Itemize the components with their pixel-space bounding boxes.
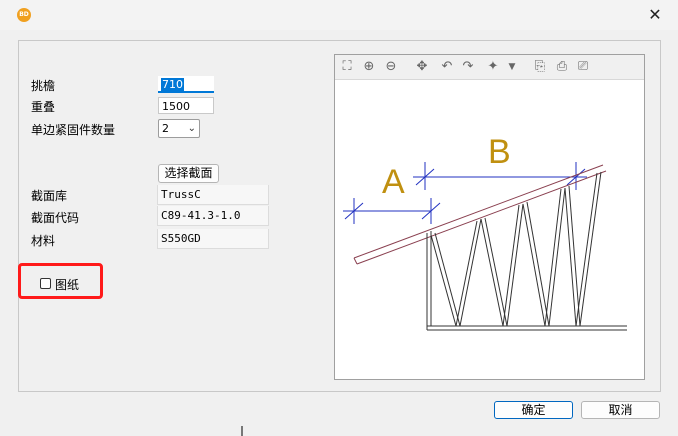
dropdown-icon[interactable]: ▼ [503, 58, 521, 76]
title-bar: BD ✕ [0, 0, 678, 30]
chevron-down-icon: ⌄ [187, 123, 196, 134]
dimension-lines [343, 162, 587, 224]
close-button[interactable]: ✕ [642, 4, 668, 26]
drawing-checkbox[interactable] [40, 278, 51, 289]
window-edge [241, 426, 243, 436]
overlap-label: 重叠 [31, 100, 56, 114]
fastener-count-select[interactable]: 2 ⌄ [158, 119, 200, 138]
overhang-label: 挑檐 [31, 79, 56, 93]
section-library-field: TrussC [157, 185, 269, 205]
preview-viewer[interactable]: ⛶ ⊕ ⊖ ✥ ↶ ↷ ✦ ▼ ⎘ ⎙ ⎚ A B [334, 54, 645, 380]
view-icon[interactable]: ✦ [484, 58, 502, 76]
zoom-out-icon[interactable]: ⊖ [382, 58, 400, 76]
overhang-value: 710 [161, 78, 184, 91]
ok-button[interactable]: 确定 [494, 401, 573, 419]
print-icon[interactable]: ⎚ [574, 58, 592, 76]
fit-icon[interactable]: ⛶ [338, 58, 356, 76]
copy-icon[interactable]: ⎘ [531, 58, 549, 76]
drawing-checkbox-label[interactable]: 图纸 [55, 276, 79, 293]
overlap-input[interactable]: 1500 [158, 97, 214, 114]
viewer-toolbar: ⛶ ⊕ ⊖ ✥ ↶ ↷ ✦ ▼ ⎘ ⎙ ⎚ [335, 55, 644, 80]
material-field: S550GD [157, 229, 269, 249]
material-label: 材料 [31, 234, 56, 248]
app-icon: BD [17, 8, 31, 22]
fastener-count-value: 2 [162, 122, 169, 135]
dimension-label-a: A [382, 163, 405, 201]
overhang-input[interactable]: 710 [158, 76, 214, 93]
pan-icon[interactable]: ✥ [413, 58, 431, 76]
zoom-in-icon[interactable]: ⊕ [360, 58, 378, 76]
truss-drawing: A B [343, 133, 627, 331]
rotate-left-icon[interactable]: ↶ [438, 58, 456, 76]
section-code-label: 截面代码 [31, 211, 80, 225]
cancel-button[interactable]: 取消 [581, 401, 660, 419]
select-section-button[interactable]: 选择截面 [158, 164, 219, 183]
fastener-count-label: 单边紧固件数量 [31, 123, 116, 137]
section-code-field: C89-41.3-1.0 [157, 206, 269, 226]
truss-web [426, 171, 627, 331]
dimension-label-b: B [488, 133, 511, 171]
section-library-label: 截面库 [31, 189, 68, 203]
export-icon[interactable]: ⎙ [553, 58, 571, 76]
rotate-right-icon[interactable]: ↷ [459, 58, 477, 76]
